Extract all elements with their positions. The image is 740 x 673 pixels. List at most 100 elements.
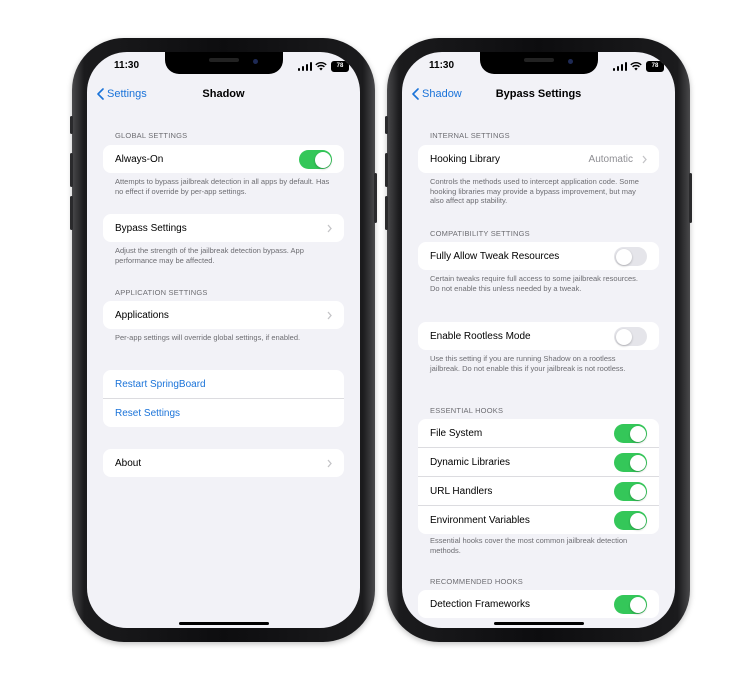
mute-switch (385, 116, 388, 134)
tweak-resources-toggle[interactable] (614, 247, 647, 266)
footer-bypass: Adjust the strength of the jailbreak det… (115, 246, 304, 265)
toggle-knob (629, 454, 646, 471)
volume-down-button (70, 196, 73, 230)
wifi-icon (315, 62, 327, 71)
row-label: Environment Variables (430, 514, 530, 526)
group-essential-hooks: File System Dynamic Libraries URL Handle… (418, 419, 659, 534)
side-button (374, 173, 377, 223)
row-environment-variables: Environment Variables (418, 505, 659, 534)
file-system-toggle[interactable] (614, 424, 647, 443)
speaker (209, 58, 239, 62)
signal-icon (298, 62, 312, 71)
toggle-knob (629, 425, 646, 442)
chevron-right-icon (327, 224, 332, 233)
footer-essential: Essential hooks cover the most common ja… (430, 536, 628, 555)
chevron-right-icon (327, 459, 332, 468)
group-actions: Restart SpringBoard Reset Settings (103, 370, 344, 427)
reset-settings-button[interactable]: Reset Settings (103, 398, 344, 427)
navigation-bar: Settings Shadow (87, 88, 360, 106)
group-about: About (103, 449, 344, 477)
wifi-icon (630, 62, 642, 71)
camera (568, 59, 573, 64)
footer-tweak-resources: Certain tweaks require full access to so… (430, 274, 639, 293)
toggle-knob (629, 596, 646, 613)
camera (253, 59, 258, 64)
page-title: Shadow (202, 88, 245, 100)
screen: 11:30 78 Shadow Bypass Settings INTERNAL (402, 52, 675, 628)
group-hooking: Hooking Library Automatic (418, 145, 659, 173)
toggle-knob (629, 512, 646, 529)
volume-down-button (385, 196, 388, 230)
row-applications[interactable]: Applications (103, 301, 344, 329)
row-rootless-mode: Enable Rootless Mode (418, 322, 659, 350)
phone-left: 11:30 78 Settings Shadow GLOBAL SETTINGS (70, 38, 377, 642)
row-label: Hooking Library (430, 153, 501, 165)
row-about[interactable]: About (103, 449, 344, 477)
dynamic-libraries-toggle[interactable] (614, 453, 647, 472)
toggle-knob (615, 328, 632, 345)
notch (165, 52, 283, 74)
chevron-right-icon (327, 311, 332, 320)
row-label: Restart SpringBoard (115, 378, 206, 390)
rootless-mode-toggle[interactable] (614, 327, 647, 346)
section-header-application: APPLICATION SETTINGS (115, 288, 208, 297)
row-label: Reset Settings (115, 407, 181, 419)
speaker (524, 58, 554, 62)
hooking-library-value: Automatic (588, 153, 633, 165)
phone-right: 11:30 78 Shadow Bypass Settings INTERNAL (385, 38, 692, 642)
url-handlers-toggle[interactable] (614, 482, 647, 501)
signal-icon (613, 62, 627, 71)
side-button (689, 173, 692, 223)
home-indicator (494, 622, 584, 625)
row-label: Detection Frameworks (430, 598, 531, 610)
section-header-essential: ESSENTIAL HOOKS (430, 406, 504, 415)
volume-up-button (70, 153, 73, 187)
row-always-on: Always-On (103, 145, 344, 173)
row-file-system: File System (418, 419, 659, 447)
mute-switch (70, 116, 73, 134)
section-header-internal: INTERNAL SETTINGS (430, 131, 510, 140)
always-on-toggle[interactable] (299, 150, 332, 169)
battery-icon: 78 (331, 61, 349, 72)
group-always-on: Always-On (103, 145, 344, 173)
group-recommended-hooks: Detection Frameworks (418, 590, 659, 618)
battery-icon: 78 (646, 61, 664, 72)
row-detection-frameworks: Detection Frameworks (418, 590, 659, 618)
navigation-bar: Shadow Bypass Settings (402, 88, 675, 106)
status-time: 11:30 (429, 60, 455, 71)
group-bypass: Bypass Settings (103, 214, 344, 242)
page-title: Bypass Settings (495, 88, 582, 100)
notch (480, 52, 598, 74)
row-url-handlers: URL Handlers (418, 476, 659, 505)
detection-frameworks-toggle[interactable] (614, 595, 647, 614)
restart-springboard-button[interactable]: Restart SpringBoard (103, 370, 344, 398)
footer-hooking: Controls the methods used to intercept a… (430, 177, 639, 205)
toggle-knob (629, 483, 646, 500)
row-bypass-settings[interactable]: Bypass Settings (103, 214, 344, 242)
row-label: URL Handlers (430, 485, 493, 497)
row-hooking-library[interactable]: Hooking Library Automatic (418, 145, 659, 173)
row-label: Dynamic Libraries (430, 456, 511, 468)
row-label: Always-On (115, 153, 164, 165)
row-dynamic-libraries: Dynamic Libraries (418, 447, 659, 476)
environment-variables-toggle[interactable] (614, 511, 647, 530)
chevron-right-icon (642, 155, 647, 164)
group-applications: Applications (103, 301, 344, 329)
footer-always-on: Attempts to bypass jailbreak detection i… (115, 177, 330, 196)
volume-up-button (385, 153, 388, 187)
row-tweak-resources: Fully Allow Tweak Resources (418, 242, 659, 270)
section-header-global: GLOBAL SETTINGS (115, 131, 188, 140)
toggle-knob (615, 248, 632, 265)
status-time: 11:30 (114, 60, 140, 71)
toggle-knob (314, 151, 331, 168)
row-label: Enable Rootless Mode (430, 330, 531, 342)
footer-rootless: Use this setting if you are running Shad… (430, 354, 626, 373)
group-rootless: Enable Rootless Mode (418, 322, 659, 350)
section-header-compatibility: COMPATIBILITY SETTINGS (430, 229, 530, 238)
row-label: Fully Allow Tweak Resources (430, 250, 560, 262)
footer-applications: Per-app settings will override global se… (115, 333, 301, 342)
home-indicator (179, 622, 269, 625)
row-label: Applications (115, 309, 169, 321)
row-label: About (115, 457, 142, 469)
row-label: File System (430, 427, 483, 439)
